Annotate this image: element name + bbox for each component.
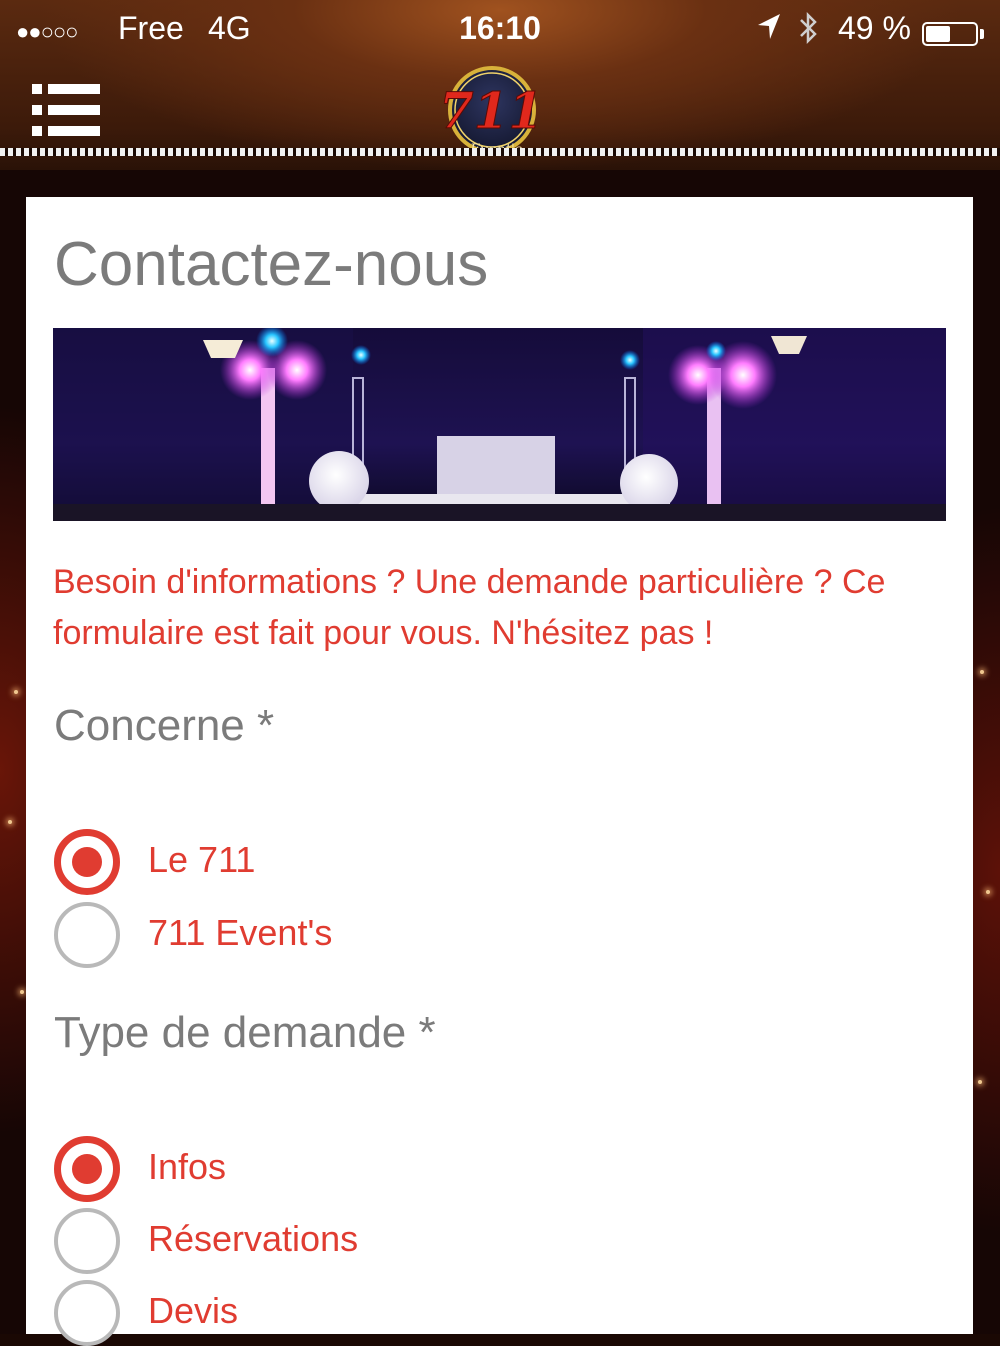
battery-percent: 49 % (838, 10, 911, 46)
radio-button-unchecked[interactable] (54, 1280, 120, 1346)
radio-button-unchecked[interactable] (54, 1208, 120, 1274)
battery-icon (922, 22, 978, 46)
hamburger-menu-icon[interactable] (32, 84, 100, 140)
brand-logo[interactable]: 711 Event's (438, 64, 544, 160)
battery-tip (980, 29, 984, 39)
radio-option-711-events[interactable]: 711 Event's (54, 902, 654, 968)
radio-button-checked[interactable] (54, 1136, 120, 1202)
radio-label[interactable]: Le 711 (148, 837, 255, 883)
radio-option-infos[interactable]: Infos (54, 1136, 654, 1202)
contact-card: Contactez-nous Besoin d'informations ? U… (26, 197, 973, 1346)
status-bar: ●●○○○ Free 4G 16:10 49 % (0, 8, 1000, 50)
radio-button-unchecked[interactable] (54, 902, 120, 968)
bluetooth-icon (796, 10, 820, 53)
radio-dot (72, 1154, 102, 1184)
radio-option-reservations[interactable]: Réservations (54, 1208, 654, 1274)
radio-label[interactable]: Infos (148, 1144, 226, 1190)
radio-option-devis[interactable]: Devis (54, 1280, 654, 1346)
type-demande-label: Type de demande * (54, 1008, 436, 1057)
battery-level (926, 26, 950, 42)
svg-text:Event's: Event's (469, 142, 522, 158)
radio-option-le-711[interactable]: Le 711 (54, 829, 654, 895)
radio-label[interactable]: Devis (148, 1288, 238, 1334)
concerne-label: Concerne * (54, 701, 275, 750)
venue-banner-image (53, 325, 946, 521)
location-arrow-icon (756, 12, 782, 49)
radio-button-checked[interactable] (54, 829, 120, 895)
radio-dot (72, 847, 102, 877)
intro-text: Besoin d'informations ? Une demande part… (53, 563, 886, 652)
radio-label[interactable]: 711 Event's (148, 910, 332, 956)
radio-label[interactable]: Réservations (148, 1216, 358, 1262)
page-title: Contactez-nous (54, 230, 489, 299)
svg-text:711: 711 (444, 81, 540, 140)
app-header: ●●○○○ Free 4G 16:10 49 % 711 Event's (0, 0, 1000, 170)
